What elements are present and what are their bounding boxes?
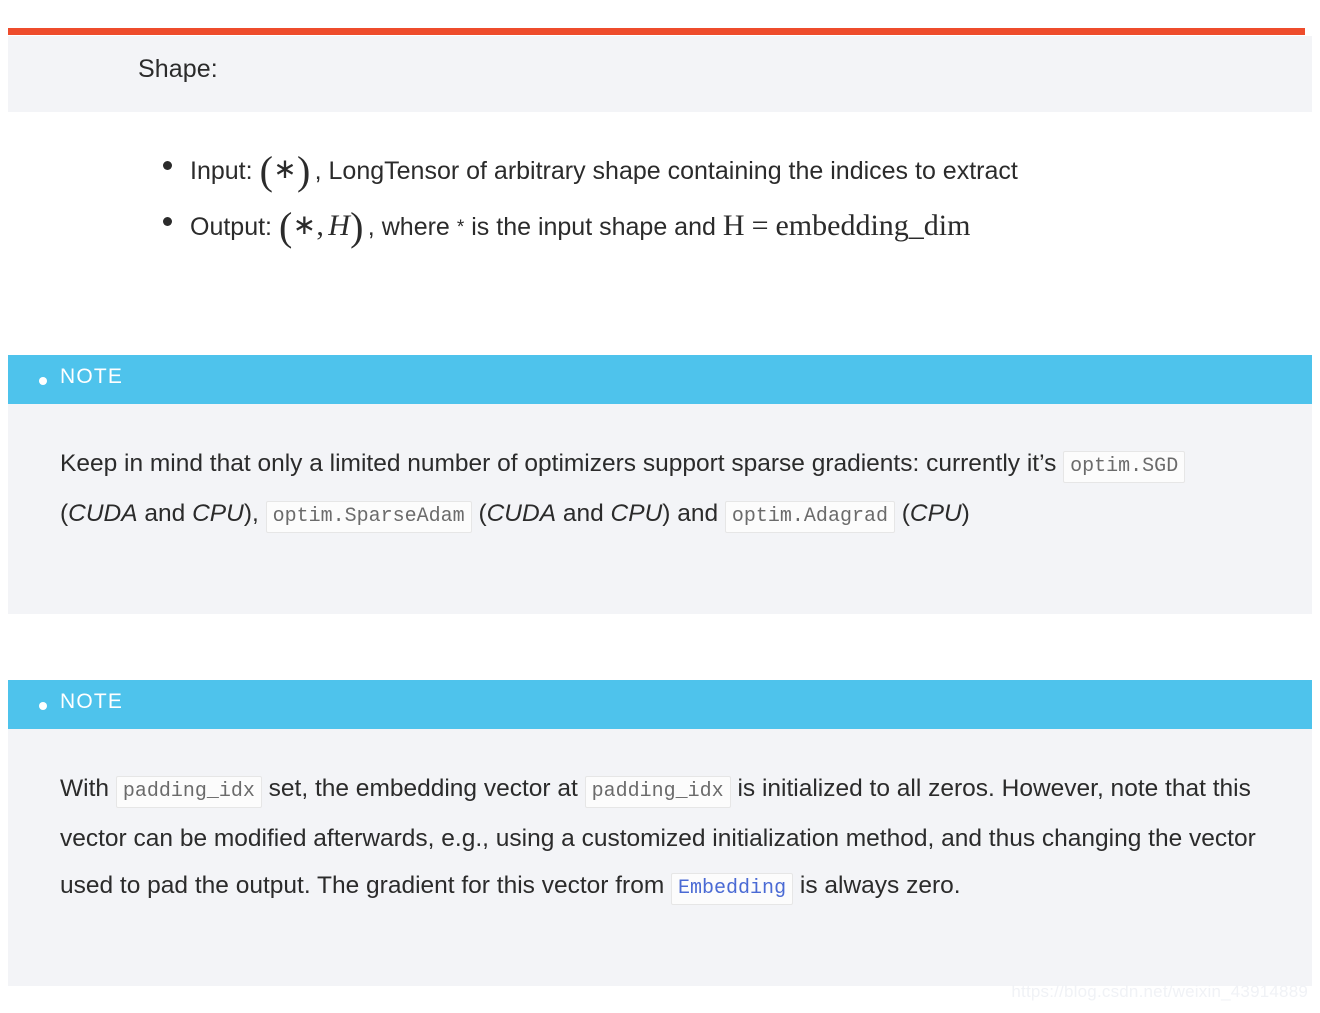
shape-output-comma: , [367,213,375,241]
math-var-h: H [328,209,351,242]
equation-rhs: embedding_dim [775,209,971,242]
math-asterisk: ∗ [273,154,297,185]
code-link-Embedding[interactable]: Embedding [671,873,794,905]
text-run: and [556,500,611,527]
bullet-dot-icon [163,161,172,170]
text-run: With [60,775,116,802]
math-asterisk: ∗ [292,210,317,241]
shape-input-label: Input: [190,157,253,185]
math-close-paren: ) [350,204,364,249]
shape-input-comma: , [314,157,322,185]
math-comma: , [316,209,325,242]
code-span-optim.SparseAdam: optim.SparseAdam [265,501,472,533]
shape-title: Shape: [138,55,218,83]
shape-bullet-list: Input: (∗) , LongTensor of arbitrary sha… [0,140,1320,252]
math-close-paren: ) [296,148,311,193]
note-paragraph: With padding_idx set, the embedding vect… [60,765,1267,912]
note-label: NOTE [60,690,124,713]
watermark: https://blog.csdn.net/weixin_43914889 [1011,982,1308,1001]
note-bullet-icon [39,702,47,710]
shape-input-line: Input: (∗) , LongTensor of arbitrary sha… [190,142,1018,193]
code-span-padding_idx: padding_idx [115,776,262,808]
emphasis-text: CPU [192,500,244,527]
equation-equals: = [751,209,769,242]
shape-output-equation: H = embedding_dim [723,209,971,243]
note-body: Keep in mind that only a limited number … [8,404,1312,614]
text-run: ( [471,500,487,527]
equation-lhs: H [722,209,745,242]
text-run: and [137,500,193,527]
note-body: With padding_idx set, the embedding vect… [8,729,1312,986]
shape-output-math: (∗, H) [279,198,364,249]
list-item: Input: (∗) , LongTensor of arbitrary sha… [0,140,1320,196]
top-accent-rule [8,28,1305,35]
code-span-padding_idx: padding_idx [584,776,731,808]
text-run: Keep in mind that only a limited number … [60,450,1064,477]
math-open-paren: ( [259,148,274,193]
math-open-paren: ( [279,204,293,249]
note-label: NOTE [60,365,124,388]
text-run: ( [60,500,69,527]
text-run: is always zero. [793,872,961,899]
shape-section-panel: Shape: [8,36,1312,112]
code-span-optim.Adagrad: optim.Adagrad [724,501,895,533]
emphasis-text: CPU [909,500,962,527]
inline-asterisk: * [456,217,465,238]
note-bullet-icon [39,377,47,385]
shape-output-line: Output: (∗, H) , where * is the input sha… [190,198,971,249]
emphasis-text: CUDA [486,500,557,527]
shape-output-description: is the input shape and [471,213,716,241]
emphasis-text: CPU [610,500,663,527]
shape-output-label: Output: [190,213,272,241]
list-item: Output: (∗, H) , where * is the input sha… [0,196,1320,252]
shape-input-math: (∗) [260,142,311,193]
text-run: ), [243,500,266,527]
note-header: NOTE [8,680,1312,729]
note-admonition-1: NOTE Keep in mind that only a limited nu… [8,355,1312,614]
note-admonition-2: NOTE With padding_idx set, the embedding… [8,680,1312,986]
text-run: set, the embedding vector at [261,775,585,802]
code-span-optim.SGD: optim.SGD [1063,451,1186,483]
text-run: ) [961,500,970,527]
note-header: NOTE [8,355,1312,404]
bullet-dot-icon [163,217,172,226]
shape-output-where: where [381,213,450,241]
emphasis-text: CUDA [68,500,138,527]
shape-input-description: LongTensor of arbitrary shape containing… [328,157,1018,185]
note-paragraph: Keep in mind that only a limited number … [60,440,1267,540]
text-run: ( [894,500,910,527]
text-run: ) and [662,500,725,527]
